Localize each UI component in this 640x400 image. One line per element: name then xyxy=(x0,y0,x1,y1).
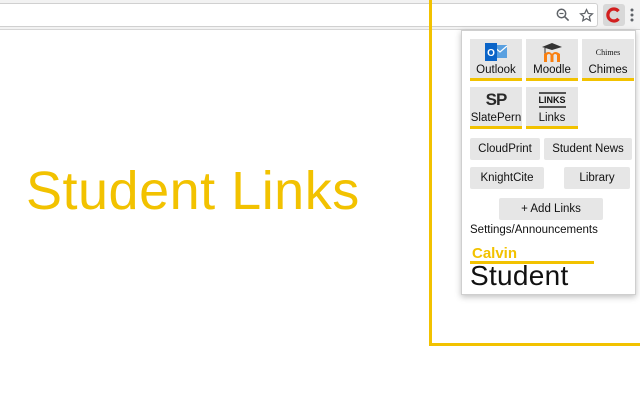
outlook-icon: O xyxy=(483,41,509,63)
knightcite-button[interactable]: KnightCite xyxy=(470,167,544,189)
tile-label: Chimes xyxy=(588,64,628,76)
screen: Student Links O Outlook Moodle Chimes Ch xyxy=(0,0,640,400)
tile-outlook[interactable]: O Outlook xyxy=(470,39,522,81)
tile-moodle[interactable]: Moodle xyxy=(526,39,578,81)
tile-label: Links xyxy=(538,112,566,124)
add-links-button[interactable]: + Add Links xyxy=(499,198,603,220)
slate-logo-text: SP xyxy=(485,90,508,109)
tile-slatepern[interactable]: SP SlatePern xyxy=(470,87,522,129)
student-logo-text: Student xyxy=(470,260,569,291)
svg-text:O: O xyxy=(487,48,495,59)
tile-chimes[interactable]: Chimes Chimes xyxy=(582,39,634,81)
moodle-icon xyxy=(539,41,565,63)
tile-label: Moodle xyxy=(533,64,571,76)
cloudprint-button[interactable]: CloudPrint xyxy=(470,138,540,160)
tile-label: Outlook xyxy=(476,64,516,76)
tile-links[interactable]: LINKS Links xyxy=(526,87,578,129)
calvin-logo-text: Calvin xyxy=(472,245,518,262)
links-icon: LINKS xyxy=(538,89,566,111)
chimes-logo-text: Chimes xyxy=(595,47,621,57)
student-news-button[interactable]: Student News xyxy=(544,138,632,160)
page-headline: Student Links xyxy=(26,161,360,221)
extension-popup: O Outlook Moodle Chimes Chimes SP SlateP… xyxy=(461,30,636,295)
library-button[interactable]: Library xyxy=(564,167,630,189)
links-logo-text: LINKS xyxy=(538,92,566,108)
settings-announcements-link[interactable]: Settings/Announcements xyxy=(470,224,598,236)
slate-icon: SP xyxy=(483,89,509,111)
chimes-icon: Chimes xyxy=(595,41,621,63)
link-tiles: O Outlook Moodle Chimes Chimes SP SlateP… xyxy=(470,39,634,129)
tile-label: SlatePern xyxy=(470,112,522,124)
